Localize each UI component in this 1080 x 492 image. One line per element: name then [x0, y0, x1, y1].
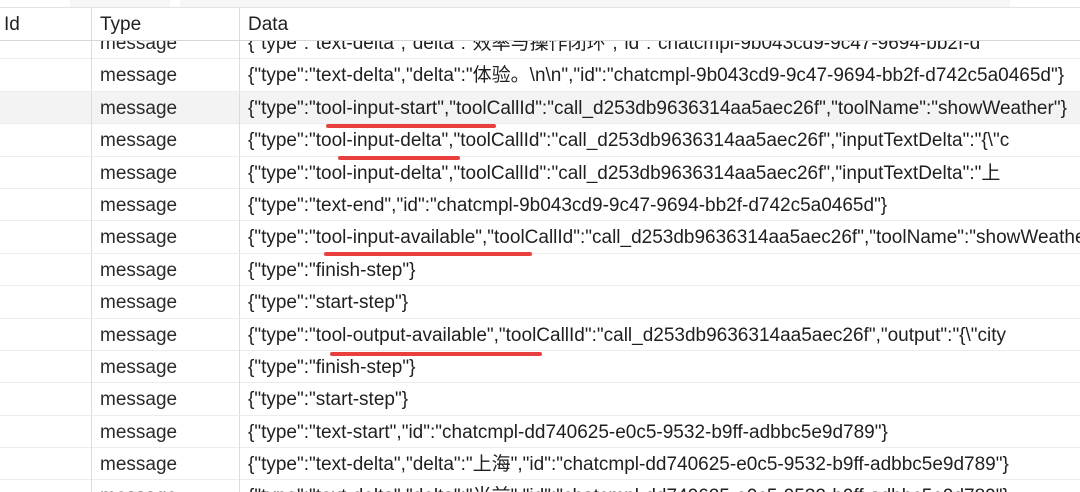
top-strip-segment: [180, 0, 1010, 7]
cell-id: [0, 221, 92, 254]
cell-type: message: [92, 350, 240, 383]
cell-type: message: [92, 188, 240, 221]
table-rows: message {"type":"text-delta","delta":"效率…: [0, 41, 1080, 492]
table-row[interactable]: message {"type":"text-start","id":"chatc…: [0, 415, 1080, 449]
cell-data: {"type":"text-delta","delta":"体验。\n\n","…: [248, 65, 1065, 87]
table-row[interactable]: message {"type":"start-step"}: [0, 383, 1080, 416]
cell-data: {"type":"finish-step"}: [248, 259, 416, 281]
cell-type: message: [92, 41, 240, 59]
table-row[interactable]: message {"type":"text-delta","delta":"效率…: [0, 41, 1080, 60]
table-row[interactable]: message {"type":"text-delta","delta":"当前…: [0, 480, 1080, 492]
cell-data: {"type":"tool-input-delta","toolCallId":…: [248, 130, 1010, 152]
cell-id: [0, 350, 92, 383]
top-scroll-strip: [0, 0, 1080, 8]
cell-type: message: [92, 91, 240, 124]
cell-id: [0, 480, 92, 492]
cell-id: [0, 124, 92, 157]
cell-data: {"type":"tool-input-start","toolCallId":…: [248, 97, 1067, 119]
cell-data: {"type":"text-start","id":"chatcmpl-dd74…: [248, 421, 888, 443]
cell-data: {"type":"tool-input-available","toolCall…: [248, 227, 1080, 249]
table-row-selected[interactable]: message {"type":"tool-input-start","tool…: [0, 91, 1080, 125]
cell-id: [0, 188, 92, 221]
table-row[interactable]: message {"type":"start-step"}: [0, 286, 1080, 319]
table-header: Id Type Data: [0, 8, 1080, 41]
column-header-data[interactable]: Data: [240, 8, 1080, 40]
cell-type: message: [92, 59, 240, 92]
event-stream-viewer: Id Type Data message {"type":"text-delta…: [0, 0, 1080, 492]
cell-data: {"type":"tool-input-delta","toolCallId":…: [248, 162, 1001, 184]
cell-id: [0, 318, 92, 351]
cell-data: {"type":"text-delta","delta":"效率与操作闭环","…: [248, 41, 981, 54]
cell-id: [0, 383, 92, 416]
table-row[interactable]: message {"type":"tool-input-available","…: [0, 221, 1080, 254]
cell-type: message: [92, 448, 240, 481]
cell-id: [0, 156, 92, 189]
cell-data: {"type":"start-step"}: [248, 292, 409, 314]
cell-id: [0, 415, 92, 448]
cell-data: {"type":"text-delta","delta":"当前","id":"…: [240, 480, 1080, 492]
cell-data: {"type":"tool-output-available","toolCal…: [248, 324, 1007, 346]
cell-type: message: [92, 124, 240, 157]
cell-data: {"type":"text-end","id":"chatcmpl-9b043c…: [248, 194, 888, 216]
column-header-id[interactable]: Id: [0, 8, 92, 40]
annotation-underline: [324, 252, 532, 256]
table-body[interactable]: message {"type":"text-delta","delta":"效率…: [0, 41, 1080, 492]
table-row[interactable]: message {"type":"text-delta","delta":"体验…: [0, 59, 1080, 92]
table-row[interactable]: message {"type":"text-delta","delta":"上海…: [0, 448, 1080, 481]
annotation-underline: [338, 156, 460, 160]
table-row[interactable]: message {"type":"tool-input-delta","tool…: [0, 156, 1080, 189]
cell-type: message: [92, 253, 240, 286]
cell-id: [0, 448, 92, 481]
cell-id: [0, 253, 92, 286]
column-header-type[interactable]: Type: [92, 8, 240, 40]
cell-type: message: [92, 318, 240, 351]
cell-id: [0, 91, 92, 124]
table-row[interactable]: message {"type":"text-end","id":"chatcmp…: [0, 188, 1080, 222]
cell-id: [0, 286, 92, 319]
annotation-underline: [326, 124, 496, 128]
table-row[interactable]: message {"type":"tool-input-delta","tool…: [0, 124, 1080, 157]
cell-id: [0, 59, 92, 92]
cell-id: [0, 41, 92, 59]
table-row[interactable]: message {"type":"tool-output-available",…: [0, 318, 1080, 351]
cell-type: message: [92, 415, 240, 448]
cell-type: message: [92, 156, 240, 189]
cell-data: {"type":"start-step"}: [248, 389, 409, 411]
cell-type: message: [92, 480, 240, 492]
annotation-underline: [330, 352, 542, 356]
cell-type: message: [92, 383, 240, 416]
table-row[interactable]: message {"type":"finish-step"}: [0, 253, 1080, 287]
cell-type: message: [92, 286, 240, 319]
cell-type: message: [92, 221, 240, 254]
top-strip-segment: [70, 0, 170, 7]
cell-data: {"type":"text-delta","delta":"上海","id":"…: [248, 454, 1009, 476]
